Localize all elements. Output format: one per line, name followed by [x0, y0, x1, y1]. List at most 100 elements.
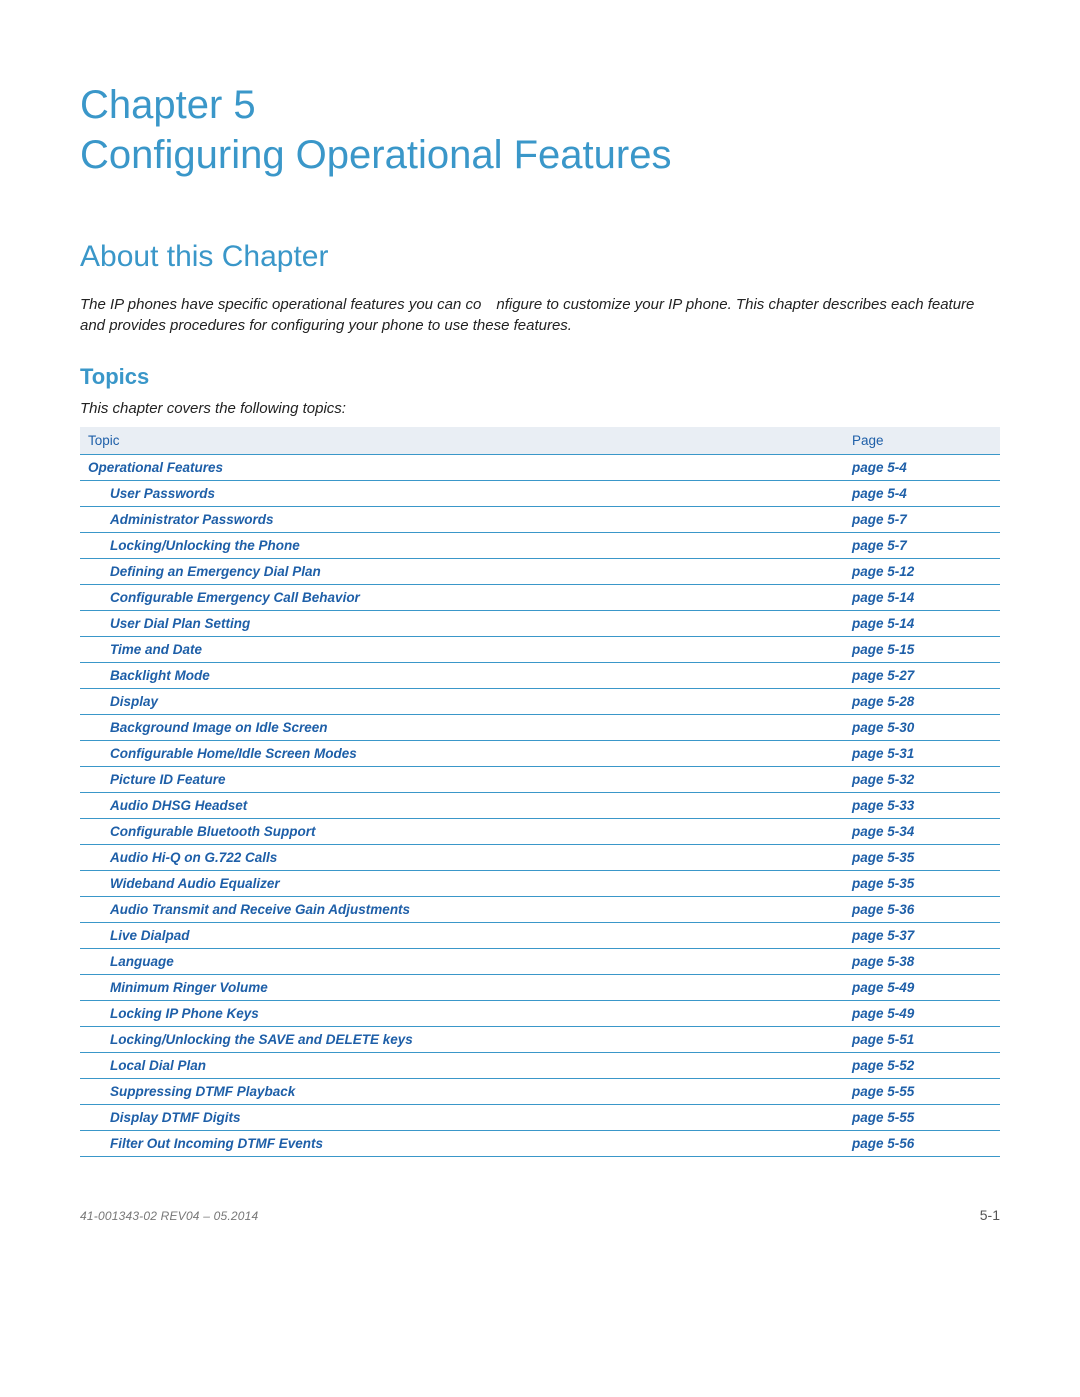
table-row: Display page 5-28: [80, 689, 1000, 715]
page-link[interactable]: page 5-35: [852, 850, 914, 865]
topic-cell: Administrator Passwords: [80, 507, 844, 533]
topic-link[interactable]: Live Dialpad: [88, 928, 190, 943]
table-row: Local Dial Plan page 5-52: [80, 1053, 1000, 1079]
section-intro: The IP phones have specific operational …: [80, 294, 1000, 336]
topic-cell: Configurable Home/Idle Screen Modes: [80, 741, 844, 767]
page-cell: page 5-4: [844, 455, 1000, 481]
page-cell: page 5-35: [844, 845, 1000, 871]
table-row: Filter Out Incoming DTMF Events page 5-56: [80, 1131, 1000, 1157]
topic-cell: Configurable Bluetooth Support: [80, 819, 844, 845]
table-row: Audio Hi-Q on G.722 Calls page 5-35: [80, 845, 1000, 871]
topic-cell: Operational Features: [80, 455, 844, 481]
table-row: Audio DHSG Headset page 5-33: [80, 793, 1000, 819]
page-link[interactable]: page 5-32: [852, 772, 914, 787]
page-footer: 41-001343-02 REV04 – 05.2014 5-1: [80, 1207, 1000, 1223]
page-link[interactable]: page 5-49: [852, 980, 914, 995]
topic-link[interactable]: Minimum Ringer Volume: [88, 980, 268, 995]
page-cell: page 5-56: [844, 1131, 1000, 1157]
page-link[interactable]: page 5-4: [852, 486, 907, 501]
topic-link[interactable]: Audio Transmit and Receive Gain Adjustme…: [88, 902, 410, 917]
topics-table: Topic Page Operational Featurespage 5-4U…: [80, 427, 1000, 1157]
page-link[interactable]: page 5-7: [852, 538, 907, 553]
topic-link[interactable]: Administrator Passwords: [88, 512, 274, 527]
topic-link[interactable]: Configurable Bluetooth Support: [88, 824, 315, 839]
topic-cell: Display DTMF Digits: [80, 1105, 844, 1131]
page-link[interactable]: page 5-52: [852, 1058, 914, 1073]
topic-link[interactable]: Backlight Mode: [88, 668, 210, 683]
topic-link[interactable]: Defining an Emergency Dial Plan: [88, 564, 321, 579]
table-row: Defining an Emergency Dial Plan page 5-12: [80, 559, 1000, 585]
page-link[interactable]: page 5-15: [852, 642, 914, 657]
topic-link[interactable]: Locking/Unlocking the Phone: [88, 538, 300, 553]
topic-link[interactable]: Display: [88, 694, 158, 709]
page-cell: page 5-33: [844, 793, 1000, 819]
topic-link[interactable]: Time and Date: [88, 642, 202, 657]
topic-cell: Audio Transmit and Receive Gain Adjustme…: [80, 897, 844, 923]
table-row: Locking/Unlocking the SAVE and DELETE ke…: [80, 1027, 1000, 1053]
page-link[interactable]: page 5-7: [852, 512, 907, 527]
page-cell: page 5-4: [844, 481, 1000, 507]
topic-link[interactable]: Picture ID Feature: [88, 772, 226, 787]
page-link[interactable]: page 5-51: [852, 1032, 914, 1047]
page-link[interactable]: page 5-28: [852, 694, 914, 709]
topic-cell: Wideband Audio Equalizer: [80, 871, 844, 897]
topic-cell: Configurable Emergency Call Behavior: [80, 585, 844, 611]
topics-intro: This chapter covers the following topics…: [80, 400, 1000, 417]
topic-link[interactable]: Operational Features: [88, 460, 223, 475]
topic-cell: Defining an Emergency Dial Plan: [80, 559, 844, 585]
page-link[interactable]: page 5-31: [852, 746, 914, 761]
page-cell: page 5-52: [844, 1053, 1000, 1079]
topic-cell: Display: [80, 689, 844, 715]
topic-link[interactable]: Audio DHSG Headset: [88, 798, 247, 813]
topic-link[interactable]: Locking IP Phone Keys: [88, 1006, 259, 1021]
topic-cell: Minimum Ringer Volume: [80, 975, 844, 1001]
topic-link[interactable]: Local Dial Plan: [88, 1058, 206, 1073]
page-link[interactable]: page 5-35: [852, 876, 914, 891]
topic-link[interactable]: Locking/Unlocking the SAVE and DELETE ke…: [88, 1032, 413, 1047]
footer-pagenum: 5-1: [980, 1207, 1000, 1223]
topic-link[interactable]: Wideband Audio Equalizer: [88, 876, 280, 891]
table-row: Display DTMF Digits page 5-55: [80, 1105, 1000, 1131]
topic-cell: Audio Hi-Q on G.722 Calls: [80, 845, 844, 871]
page-link[interactable]: page 5-49: [852, 1006, 914, 1021]
page-link[interactable]: page 5-12: [852, 564, 914, 579]
page-link[interactable]: page 5-55: [852, 1084, 914, 1099]
page-link[interactable]: page 5-56: [852, 1136, 914, 1151]
page-link[interactable]: page 5-34: [852, 824, 914, 839]
topic-link[interactable]: User Dial Plan Setting: [88, 616, 250, 631]
topic-cell: Suppressing DTMF Playback: [80, 1079, 844, 1105]
page-link[interactable]: page 5-27: [852, 668, 914, 683]
page-link[interactable]: page 5-55: [852, 1110, 914, 1125]
page-link[interactable]: page 5-30: [852, 720, 914, 735]
section-heading-about: About this Chapter: [80, 240, 1000, 274]
page-cell: page 5-55: [844, 1079, 1000, 1105]
topic-cell: Time and Date: [80, 637, 844, 663]
topic-link[interactable]: Filter Out Incoming DTMF Events: [88, 1136, 323, 1151]
table-row: Configurable Emergency Call Behavior page…: [80, 585, 1000, 611]
topic-link[interactable]: Language: [88, 954, 174, 969]
topic-link[interactable]: Audio Hi-Q on G.722 Calls: [88, 850, 277, 865]
page-link[interactable]: page 5-38: [852, 954, 914, 969]
page-cell: page 5-31: [844, 741, 1000, 767]
topic-link[interactable]: User Passwords: [88, 486, 215, 501]
topic-link[interactable]: Configurable Home/Idle Screen Modes: [88, 746, 357, 761]
topic-link[interactable]: Configurable Emergency Call Behavior: [88, 590, 360, 605]
page-link[interactable]: page 5-4: [852, 460, 907, 475]
page-cell: page 5-35: [844, 871, 1000, 897]
table-row: Operational Features page 5-4: [80, 455, 1000, 481]
page-link[interactable]: page 5-14: [852, 616, 914, 631]
topic-link[interactable]: Suppressing DTMF Playback: [88, 1084, 295, 1099]
topic-link[interactable]: Display DTMF Digits: [88, 1110, 241, 1125]
topic-cell: Language: [80, 949, 844, 975]
page-cell: page 5-15: [844, 637, 1000, 663]
chapter-title: Chapter 5 Configuring Operational Featur…: [80, 80, 1000, 180]
topic-cell: User Passwords: [80, 481, 844, 507]
page-link[interactable]: page 5-37: [852, 928, 914, 943]
topic-link[interactable]: Background Image on Idle Screen: [88, 720, 328, 735]
page-link[interactable]: page 5-33: [852, 798, 914, 813]
page-link[interactable]: page 5-36: [852, 902, 914, 917]
col-page-header: Page: [844, 427, 1000, 455]
topic-cell: Local Dial Plan: [80, 1053, 844, 1079]
page-link[interactable]: page 5-14: [852, 590, 914, 605]
table-row: Suppressing DTMF Playback page 5-55: [80, 1079, 1000, 1105]
